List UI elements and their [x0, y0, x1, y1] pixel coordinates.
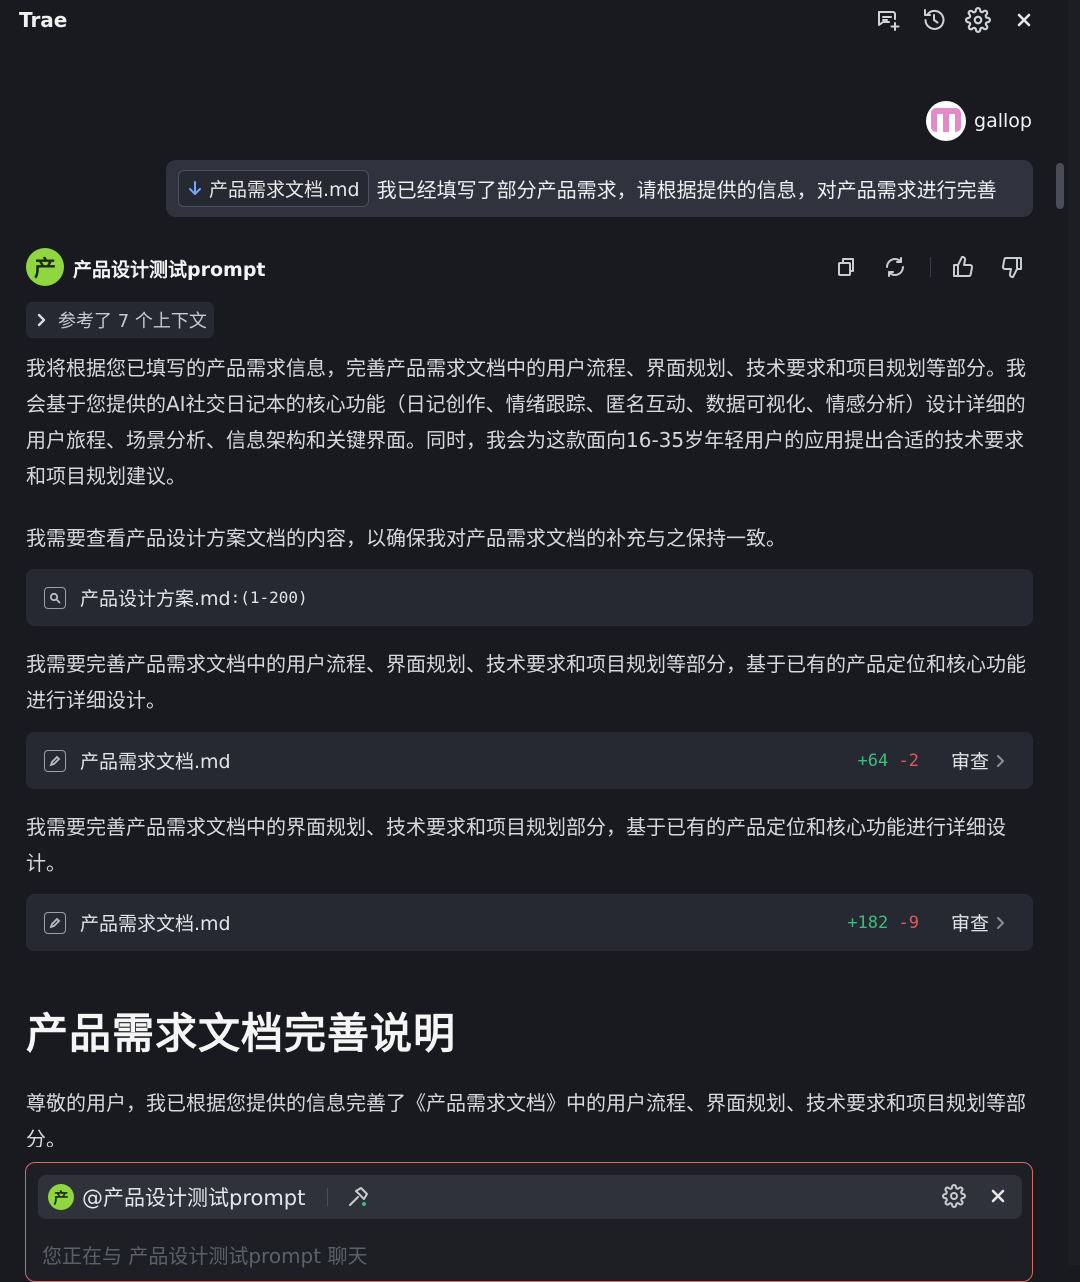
gear-icon[interactable] — [964, 6, 992, 34]
agent-logo: 产 — [26, 248, 64, 286]
chevron-right-icon — [36, 313, 46, 327]
attachment-chip[interactable]: 产品需求文档.md — [178, 170, 369, 207]
response-heading: 产品需求文档完善说明 — [26, 1009, 457, 1058]
edit-file-icon — [44, 911, 66, 934]
diff-stats: +64 -2 — [858, 751, 919, 771]
app-title: Trae — [19, 8, 68, 32]
view-file-card[interactable]: 产品设计方案.md :(1-200) — [26, 569, 1033, 626]
history-icon[interactable] — [920, 6, 948, 34]
viewed-range: :(1-200) — [230, 588, 308, 607]
tools-icon[interactable] — [346, 1185, 370, 1209]
copy-icon[interactable] — [831, 252, 861, 282]
user-identity: gallop — [926, 101, 1032, 141]
user-message-text: 我已经填写了部分产品需求，请根据提供的信息，对产品需求进行完善 — [376, 178, 997, 202]
lines-added: +64 — [857, 750, 889, 771]
chevron-right-icon — [995, 754, 1005, 768]
context-chip[interactable]: 参考了 7 个上下文 — [26, 302, 214, 338]
edited-file-name: 产品需求文档.md — [80, 913, 231, 935]
agent-paragraph: 我需要完善产品需求文档中的用户流程、界面规划、技术要求和项目规划等部分，基于已有… — [26, 652, 1026, 712]
regenerate-icon[interactable] — [880, 252, 910, 282]
attachment-name: 产品需求文档.md — [209, 179, 360, 201]
agent-logo: 产 — [48, 1184, 74, 1210]
scrollbar-thumb[interactable] — [1056, 163, 1064, 209]
edit-file-icon — [44, 749, 66, 772]
viewed-file-name: 产品设计方案.md — [80, 588, 231, 610]
lines-removed: -2 — [898, 750, 919, 771]
file-edit-card[interactable]: 产品需求文档.md +182 -9 审查 — [26, 894, 1033, 951]
review-button[interactable]: 审查 — [951, 747, 1005, 774]
agent-paragraph: 我需要查看产品设计方案文档的内容，以确保我对产品需求文档的补充与之保持一致。 — [26, 526, 786, 550]
close-icon[interactable] — [1010, 6, 1038, 34]
avatar — [926, 101, 967, 141]
gear-icon[interactable] — [942, 1184, 966, 1208]
agent-name: 产品设计测试prompt — [73, 259, 266, 281]
agent-paragraph: 我需要完善产品需求文档中的界面规划、技术要求和项目规划部分，基于已有的产品定位和… — [26, 815, 1006, 875]
context-chip-label: 参考了 7 个上下文 — [58, 311, 207, 332]
toolbar-divider — [327, 1188, 329, 1206]
thumbs-down-icon[interactable] — [997, 252, 1027, 282]
lines-added: +182 — [847, 912, 889, 933]
search-file-icon — [44, 586, 66, 609]
agent-paragraph: 尊敬的用户，我已根据您提供的信息完善了《产品需求文档》中的用户流程、界面规划、技… — [26, 1091, 1026, 1147]
download-arrow-icon — [187, 180, 203, 198]
side-gutter — [1068, 0, 1080, 1265]
diff-stats: +182 -9 — [847, 913, 919, 933]
edited-file-name: 产品需求文档.md — [80, 751, 231, 773]
lines-removed: -9 — [898, 912, 919, 933]
user-message: 产品需求文档.md 我已经填写了部分产品需求，请根据提供的信息，对产品需求进行完… — [166, 160, 1033, 217]
thumbs-up-icon[interactable] — [948, 252, 978, 282]
actions-divider — [930, 257, 931, 277]
user-name: gallop — [974, 110, 1032, 132]
new-chat-icon[interactable] — [874, 6, 902, 34]
agent-mention[interactable]: @产品设计测试prompt — [82, 1182, 305, 1212]
review-label: 审查 — [950, 751, 989, 773]
file-edit-card[interactable]: 产品需求文档.md +64 -2 审查 — [26, 732, 1033, 789]
input-toolbar: 产 @产品设计测试prompt — [38, 1175, 1022, 1219]
close-icon[interactable] — [990, 1188, 1006, 1204]
review-button[interactable]: 审查 — [951, 909, 1005, 936]
review-label: 审查 — [950, 913, 989, 935]
chevron-right-icon — [995, 916, 1005, 930]
agent-paragraph: 我将根据您已填写的产品需求信息，完善产品需求文档中的用户流程、界面规划、技术要求… — [26, 356, 1026, 488]
